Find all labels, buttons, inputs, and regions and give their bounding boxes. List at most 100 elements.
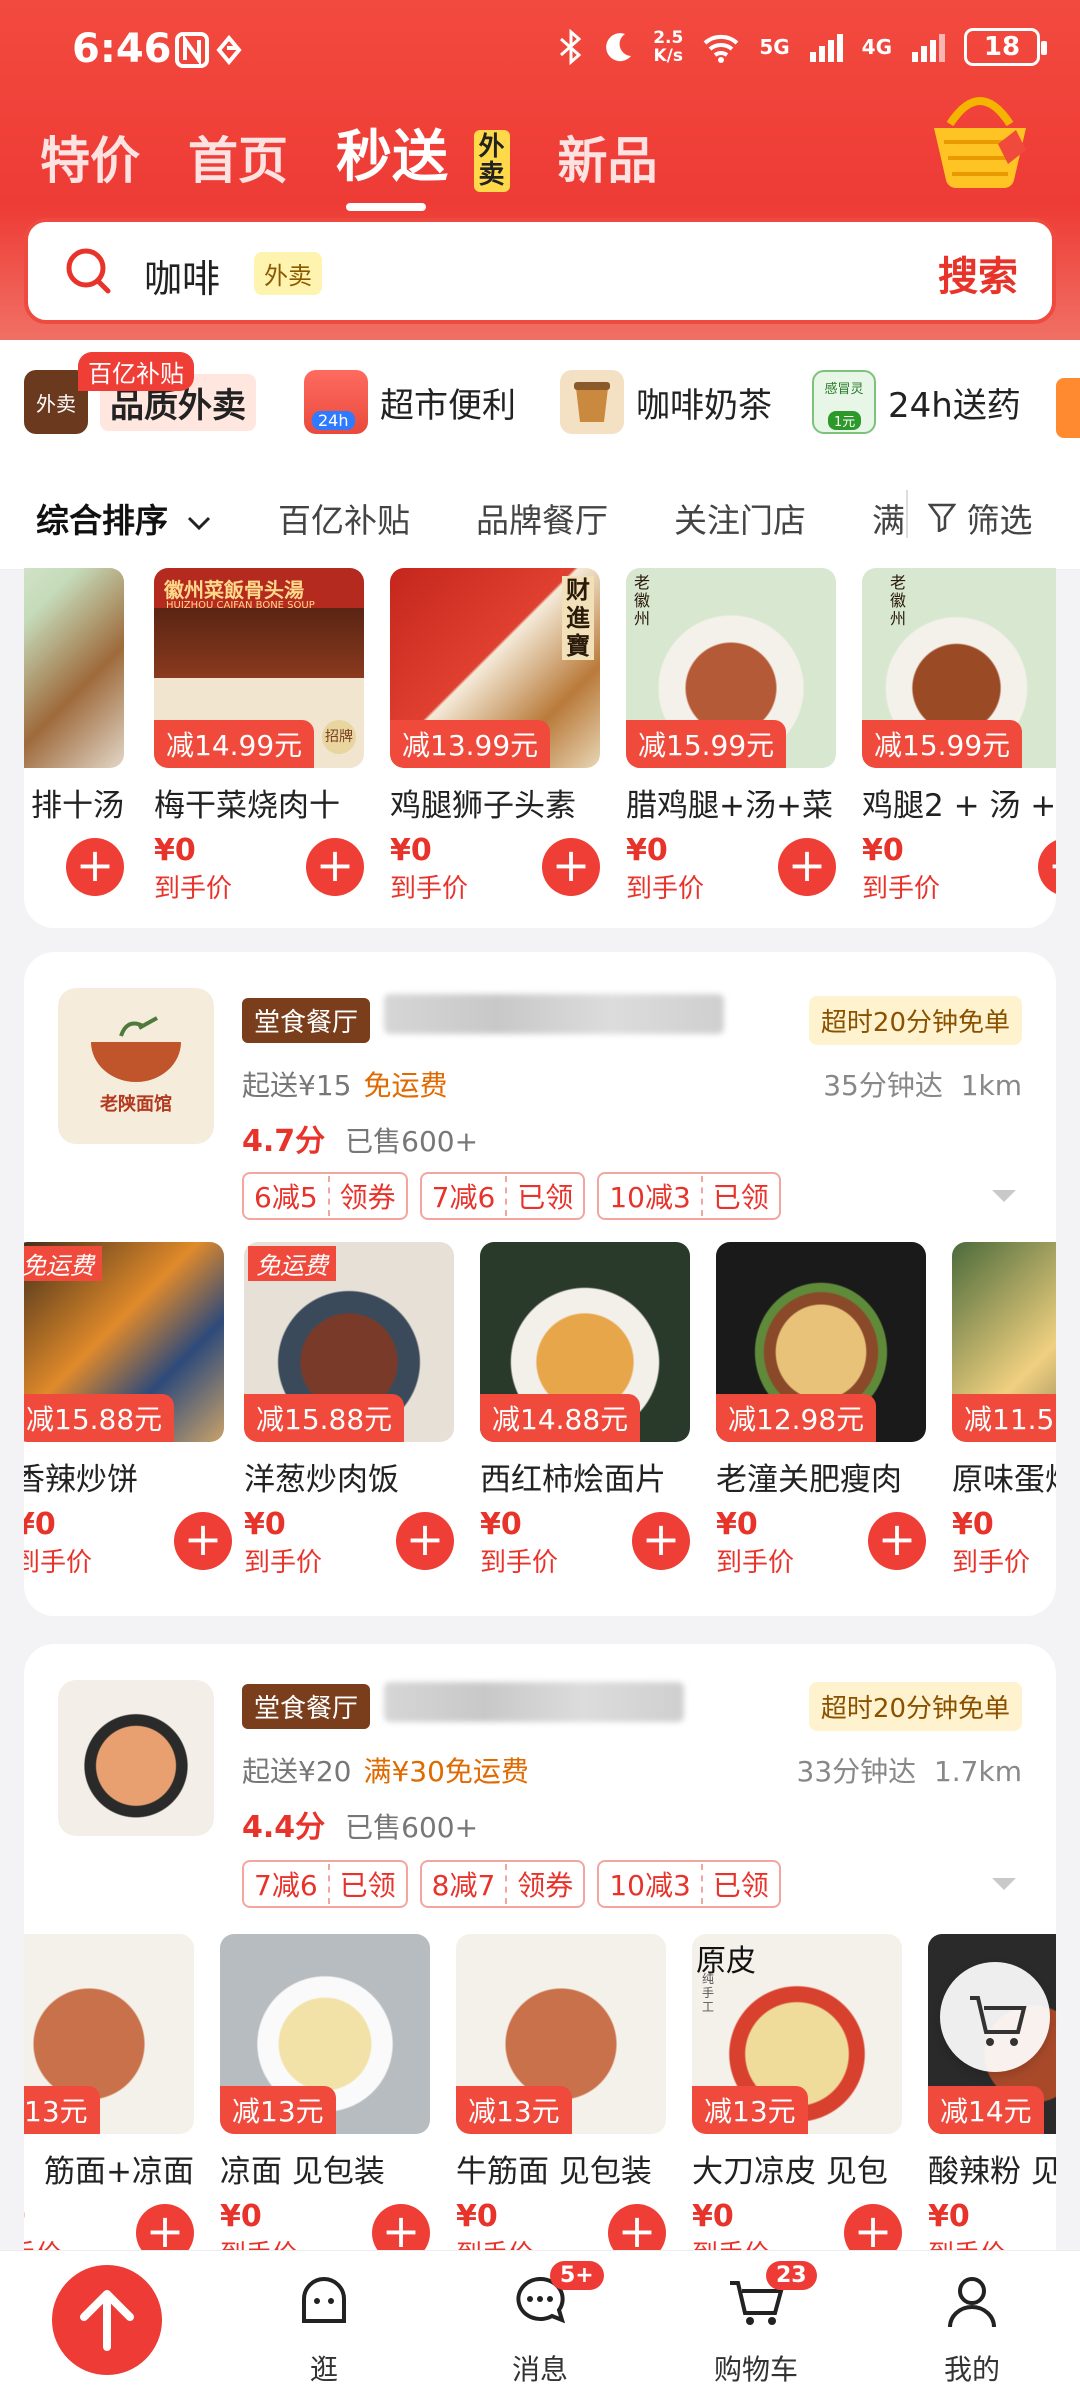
signal-icon-2: [912, 34, 945, 62]
category-coffee-tea[interactable]: 咖啡奶茶: [560, 362, 772, 442]
search-input[interactable]: 咖啡: [144, 248, 220, 303]
add-button[interactable]: +: [66, 838, 124, 896]
coupon-amount: 7减6: [254, 1869, 318, 1902]
dish-card[interactable]: 财進寶 减13.99元 鸡腿狮子头素 ¥0 到手价 +: [390, 568, 600, 905]
dish-name: 西红柿烩面片: [480, 1462, 666, 1498]
tab-miaosong[interactable]: 秒送 外卖: [336, 112, 510, 211]
dish-image: 免运费 减15.88元: [244, 1242, 454, 1442]
add-button[interactable]: +: [396, 1512, 454, 1570]
dish-image-title: 财進寶: [562, 576, 594, 660]
store-name-blurred: [384, 994, 724, 1034]
dish-name: 排十汤: [31, 788, 124, 824]
dish-card[interactable]: 9元 排十汤 +: [24, 568, 124, 896]
category-quality-takeout[interactable]: 外卖 百亿补贴 品质外卖: [24, 352, 256, 442]
add-button[interactable]: +: [608, 2204, 666, 2254]
dish-card[interactable]: 减13元 筋面+凉面 ¥0 到手价 +: [24, 1934, 194, 2254]
free-delivery-tag: 免运费: [248, 1246, 336, 1281]
dish-image: 减12.98元: [716, 1242, 926, 1442]
tab-tejia[interactable]: 特价: [40, 121, 140, 193]
coupon[interactable]: 8减7 领券: [419, 1860, 586, 1908]
dish-name: 鸡腿2 + 汤 +: [862, 788, 1056, 824]
overtime-badge: 超时20分钟免单: [808, 1682, 1022, 1731]
add-button[interactable]: +: [844, 2204, 902, 2254]
add-button[interactable]: +: [542, 838, 600, 896]
store-meta: 起送¥15 免运费: [242, 1064, 447, 1104]
coupon-action: 已领: [700, 1864, 779, 1904]
dish-card[interactable]: 免运费 减15.88元 洋葱炒肉饭 ¥0 到手价 +: [244, 1242, 454, 1579]
sort-dropdown[interactable]: 综合排序: [36, 494, 212, 542]
dish-name: 鸡腿狮子头素: [390, 788, 576, 824]
dish-image-title: 老徽州: [890, 573, 907, 628]
coupon[interactable]: 10减3 已领: [597, 1860, 781, 1908]
discount-tag: 减15.99元: [862, 720, 1023, 768]
add-button[interactable]: +: [372, 2204, 430, 2254]
coupon-list: 7减6 已领 8减7 领券 10减3 已领: [242, 1860, 781, 1908]
dish-card[interactable]: 减13元 牛筋面 见包装 ¥0 到手价 +: [456, 1934, 666, 2254]
store-card-3[interactable]: 堂食餐厅 超时20分钟免单 起送¥20 满¥30免运费 33分钟达 1.7km 4…: [24, 1644, 1056, 2254]
dish-card[interactable]: 减13元 凉面 见包装 ¥0 到手价 +: [220, 1934, 430, 2254]
cart-badge: 23: [766, 2261, 817, 2290]
expand-caret-icon[interactable]: [992, 1190, 1016, 1202]
add-button[interactable]: +: [136, 2204, 194, 2254]
min-order: 起送¥20: [242, 1755, 352, 1788]
category-label: 24h送药: [888, 385, 1021, 426]
dish-card[interactable]: 徽州菜飯骨头湯 HUIZHOU CAIFAN BONE SOUP 招牌 减14.…: [154, 568, 364, 905]
dish-card[interactable]: 减14.88元 西红柿烩面片 ¥0 到手价 +: [480, 1242, 690, 1579]
dish-card[interactable]: 老徽州 减15.99元 鸡腿2 + 汤 + ¥0 到手价 +: [862, 568, 1056, 905]
coupon[interactable]: 7减6 已领: [419, 1172, 586, 1220]
add-button[interactable]: +: [778, 838, 836, 896]
nav-stroll[interactable]: 逛: [254, 2269, 394, 2388]
add-button[interactable]: +: [306, 838, 364, 896]
search-bar[interactable]: 咖啡 外卖 搜索: [24, 218, 1056, 324]
category-supermarket[interactable]: 24h 超市便利: [304, 362, 516, 442]
message-badge: 5+: [550, 2261, 604, 2290]
coupon-amount: 7减6: [431, 1181, 496, 1214]
dish-card[interactable]: 减11.5 原味蛋炒 ¥0 到手价: [952, 1242, 1056, 1579]
store-logo: [58, 1680, 214, 1836]
discount-tag: 减15.88元: [244, 1394, 405, 1442]
coupon[interactable]: 6减5 领券: [242, 1172, 408, 1220]
sold-count: 已售600+: [345, 1125, 479, 1158]
coupon[interactable]: 7减6 已领: [242, 1860, 408, 1908]
notification-icons: [175, 30, 255, 79]
filter-more[interactable]: 满: [872, 494, 905, 542]
dish-card[interactable]: 原皮 纯手工 减13元 大刀凉皮 见包 ¥0 到手价 +: [692, 1934, 902, 2254]
filter-brand[interactable]: 品牌餐厅: [476, 494, 608, 542]
dish-card[interactable]: 老徽州 减15.99元 腊鸡腿+汤+菜 ¥0 到手价 +: [626, 568, 836, 905]
search-button[interactable]: 搜索: [938, 244, 1018, 302]
discount-tag: 减13元: [456, 2086, 572, 2134]
add-button[interactable]: +: [174, 1512, 232, 1570]
price-note: 到手价: [862, 874, 941, 904]
floating-cart-button[interactable]: [940, 1962, 1050, 2072]
signal-label-1: 5G: [759, 35, 790, 59]
dish-card[interactable]: 免运费 减15.88元 香辣炒饼 ¥0 到手价 +: [24, 1242, 232, 1579]
category-medicine[interactable]: 感冒灵 1元 24h送药: [812, 362, 1021, 442]
discount-tag: 减14.99元: [154, 720, 315, 768]
filter-button[interactable]: 筛选: [927, 494, 1033, 542]
expand-caret-icon[interactable]: [992, 1878, 1016, 1890]
filter-bar: 综合排序 百亿补贴 品牌餐厅 关注门店 满 筛选: [0, 460, 1080, 570]
store-rating: 4.7分 已售600+: [242, 1116, 478, 1160]
add-button[interactable]: +: [868, 1512, 926, 1570]
dish-image-subtitle: HUIZHOU CAIFAN BONE SOUP: [166, 600, 315, 611]
store-card-2[interactable]: 老陕面馆 堂食餐厅 超时20分钟免单 起送¥15 免运费 35分钟达 1km 4.…: [24, 952, 1056, 1616]
filter-subsidy[interactable]: 百亿补贴: [278, 494, 410, 542]
delivery-fee: 免运费: [363, 1069, 448, 1102]
cart-icon: [970, 1996, 1027, 2046]
dish-image: 老徽州 减15.99元: [862, 568, 1056, 768]
store-type-badge: 堂食餐厅: [242, 998, 371, 1043]
add-button[interactable]: +: [632, 1512, 690, 1570]
nav-profile[interactable]: 我的: [902, 2269, 1042, 2388]
eta-time: 33分钟达: [796, 1755, 917, 1788]
signal-label-2: 4G: [861, 35, 892, 59]
gift-basket-icon[interactable]: [920, 84, 1040, 194]
dish-card[interactable]: 减12.98元 老潼关肥瘦肉 ¥0 到手价 +: [716, 1242, 926, 1579]
filter-followed[interactable]: 关注门店: [674, 494, 806, 542]
tab-home[interactable]: 首页: [188, 121, 288, 193]
coupon[interactable]: 10减3 已领: [597, 1172, 781, 1220]
tab-new[interactable]: 新品: [558, 121, 658, 193]
waimai-char-2: 卖: [478, 159, 505, 190]
store-rating: 4.4分 已售600+: [242, 1802, 478, 1846]
back-to-top-button[interactable]: [52, 2265, 162, 2375]
discount-tag: 减14元: [928, 2086, 1044, 2134]
